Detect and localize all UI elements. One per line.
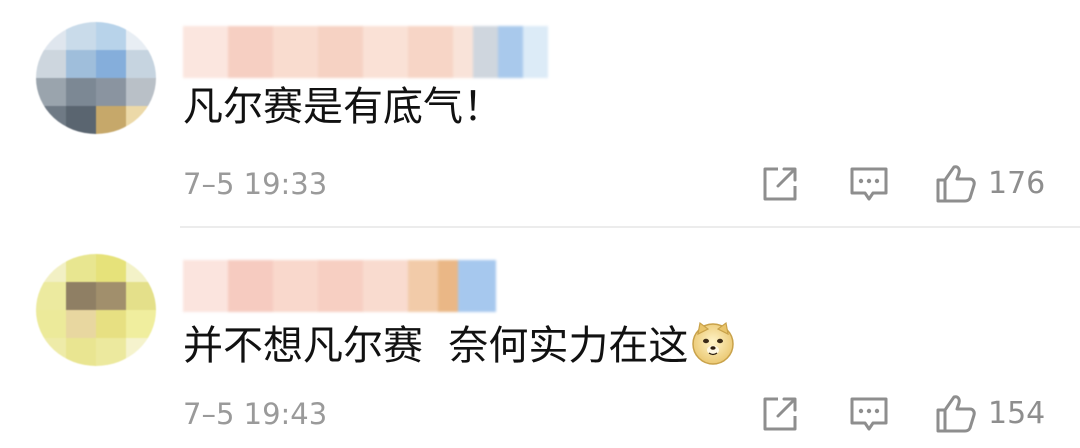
comment-item: 凡尔赛是有底气！ 7–5 19:33 176 [0,0,1080,226]
like-button[interactable]: 154 [934,392,1045,436]
share-button[interactable] [758,162,802,206]
timestamp: 7–5 19:33 [183,167,328,201]
comment-icon [850,167,888,201]
comment-item: 并不想凡尔赛 奈何实力在这 7–5 19:43 154 [0,228,1080,448]
thumbs-up-icon [936,395,976,433]
like-button[interactable]: 176 [934,162,1045,206]
comment-icon [850,397,888,431]
username-blurred[interactable] [183,26,548,78]
comment-text-content: 凡尔赛是有底气！ [183,84,503,130]
share-icon [763,397,797,431]
avatar[interactable] [36,22,156,134]
thumbs-up-icon [936,165,976,203]
comment-text-content: 并不想凡尔赛 奈何实力在这 [183,323,689,369]
comment-text: 并不想凡尔赛 奈何实力在这 [183,320,736,370]
like-count: 176 [988,166,1046,201]
reply-button[interactable] [846,392,892,436]
avatar[interactable] [36,254,156,366]
doge-icon [690,320,736,366]
comment-text: 凡尔赛是有底气！ [183,83,503,131]
share-button[interactable] [758,392,802,436]
like-count: 154 [988,396,1046,431]
timestamp: 7–5 19:43 [183,397,328,431]
share-icon [763,167,797,201]
reply-button[interactable] [846,162,892,206]
username-blurred[interactable] [183,260,496,312]
